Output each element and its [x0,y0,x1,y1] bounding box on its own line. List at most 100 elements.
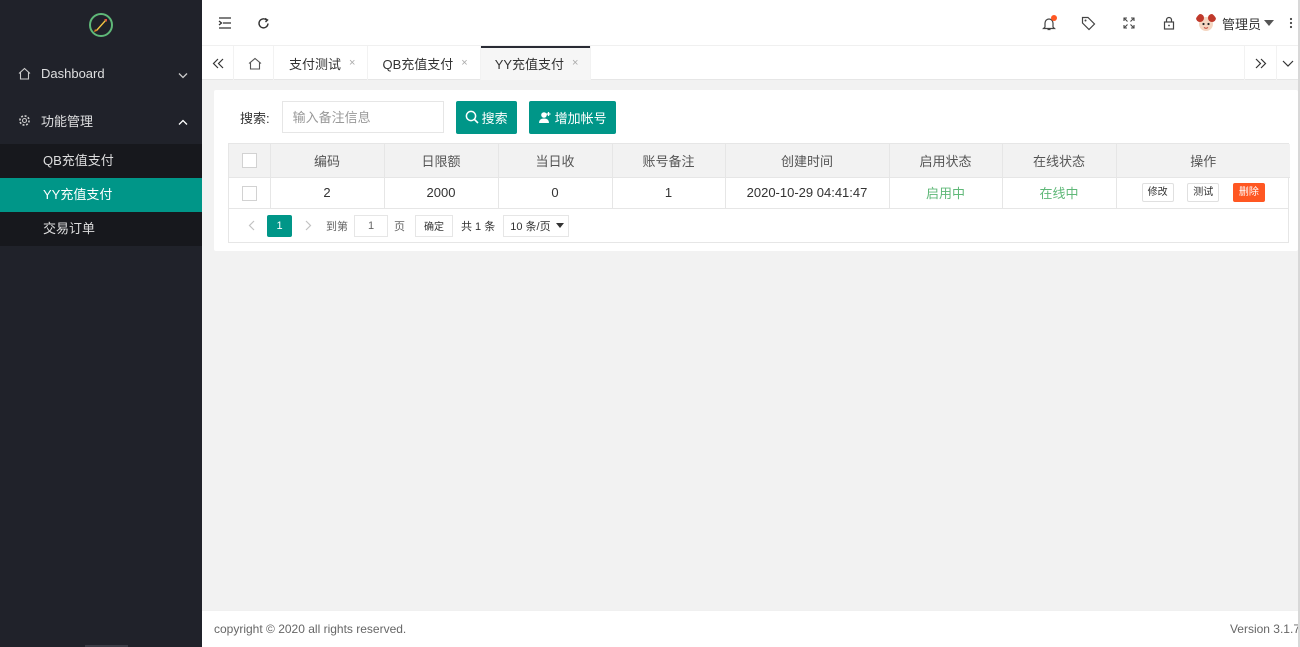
header-tools: 管理员 [1029,0,1300,46]
tab-pay-test[interactable]: 支付测试 × [275,46,369,80]
tag-icon [1082,16,1096,30]
double-chevron-right-icon [1255,58,1266,68]
column-header[interactable]: 启用状态 [889,144,1003,177]
menu-fold-button[interactable] [208,0,242,46]
goto-page-input[interactable]: 1 [354,214,388,237]
chevron-down-icon [1282,60,1293,67]
notification-button[interactable] [1029,0,1069,46]
home-icon [17,67,31,81]
footer: copyright © 2020 all rights reserved. Ve… [202,610,1300,647]
column-header: 操作 [1116,144,1290,177]
next-page-button[interactable] [296,220,320,231]
goto-prefix: 到第 [326,220,348,233]
avatar [1195,14,1216,31]
search-bar: 搜索: 搜索 增加帐号 [240,100,616,134]
sidebar-item-label: Dashboard [41,66,105,81]
column-header[interactable]: 日限额 [384,144,499,177]
refresh-button[interactable] [246,0,280,46]
sidebar-item-qb-pay[interactable]: QB充值支付 [0,144,202,178]
tab-list: 支付测试 × QB充值支付 × YY充值支付 × [275,46,592,80]
top-header: 管理员 [202,0,1300,46]
prev-page-button[interactable] [239,220,263,231]
tab-label: 支付测试 [289,56,342,72]
test-button[interactable]: 测试 [1187,183,1220,203]
close-icon[interactable]: × [349,57,355,69]
version-text: Version 3.1.7 [1229,622,1300,636]
edit-button[interactable]: 修改 [1141,183,1174,203]
tab-label: QB充值支付 [382,56,454,72]
theme-button[interactable] [1069,0,1109,46]
total-count: 共 1 条 [461,220,496,233]
column-header[interactable]: 在线状态 [1002,144,1117,177]
sidebar: Dashboard 功能管理 QB充值支付 YY充值支付 交易订单 [0,0,202,647]
search-button[interactable]: 搜索 [455,100,517,134]
select-all-checkbox[interactable] [241,153,257,169]
user-add-icon [538,111,552,124]
more-icon [1289,17,1293,29]
caret-down-icon [555,223,564,228]
sidebar-item-dashboard[interactable]: Dashboard [0,50,202,97]
tab-bar-right [1244,46,1298,80]
copyright-text: copyright © 2020 all rights reserved. [214,622,407,636]
data-table: 编码 日限额 当日收 账号备注 创建时间 启用状态 在线状态 操作 2 2000… [228,143,1290,209]
sidebar-item-label: 功能管理 [41,114,94,129]
row-checkbox[interactable] [241,185,257,201]
chevron-left-icon [248,220,254,231]
table-row: 2 2000 0 1 2020-10-29 04:41:47 启用中 在线中 修… [229,176,1290,208]
tab-home[interactable] [236,46,274,80]
cell-actions: 修改 测试 删除 [1116,176,1290,208]
tab-options[interactable] [1276,46,1298,80]
sidebar-item-function-management[interactable]: 功能管理 [0,97,202,144]
cell-limit: 2000 [384,176,499,208]
search-label: 搜索: [240,110,270,126]
column-header[interactable]: 编码 [270,144,385,177]
chevron-up-icon [178,113,188,128]
cell-id: 2 [270,176,385,208]
column-header[interactable]: 当日收 [498,144,613,177]
fullscreen-button[interactable] [1109,0,1149,46]
user-menu[interactable]: 管理员 [1189,0,1282,46]
search-input[interactable] [281,101,444,133]
sidebar-item-yy-pay[interactable]: YY充值支付 [0,178,202,212]
sidebar-item-orders[interactable]: 交易订单 [0,212,202,246]
close-icon[interactable]: × [572,57,578,69]
cell-enabled-status: 启用中 [889,176,1003,208]
close-icon[interactable]: × [461,57,467,69]
add-button-label: 增加帐号 [554,110,607,126]
pagination: 1 到第 1 页 确定 共 1 条 10 条/页 [228,209,1289,243]
delete-button[interactable]: 删除 [1232,183,1265,203]
tab-yy-pay[interactable]: YY充值支付 × [480,46,592,80]
user-name: 管理员 [1221,16,1261,32]
current-page[interactable]: 1 [267,214,292,237]
add-account-button[interactable]: 增加帐号 [528,100,616,134]
cell-online-status: 在线中 [1002,176,1117,208]
search-icon [465,110,479,124]
column-header[interactable]: 账号备注 [612,144,726,177]
double-chevron-left-icon [212,58,223,68]
table-header-row: 编码 日限额 当日收 账号备注 创建时间 启用状态 在线状态 操作 [229,144,1290,177]
lock-icon [1163,16,1175,30]
page-size-value: 10 条/页 [510,220,551,233]
chevron-down-icon [178,66,188,81]
rocket-icon [89,13,113,37]
goto-suffix: 页 [394,220,405,233]
goto-confirm-button[interactable]: 确定 [415,214,453,237]
row-select-cell [229,176,271,208]
chevron-right-icon [305,220,311,231]
page-size-select[interactable]: 10 条/页 [503,214,569,237]
gear-icon [17,114,31,128]
logo[interactable] [0,0,202,50]
lock-screen-button[interactable] [1149,0,1189,46]
column-header[interactable]: 创建时间 [725,144,890,177]
tab-label: YY充值支付 [494,56,565,72]
tab-scroll-left[interactable] [202,46,234,80]
cell-today: 0 [498,176,613,208]
select-all-cell [229,144,271,177]
home-icon [248,57,261,70]
notification-dot [1050,15,1057,21]
tab-qb-pay[interactable]: QB充值支付 × [368,46,481,80]
search-button-label: 搜索 [481,110,508,126]
cell-note: 1 [612,176,726,208]
tab-scroll-right[interactable] [1244,46,1276,80]
refresh-icon [257,17,269,29]
